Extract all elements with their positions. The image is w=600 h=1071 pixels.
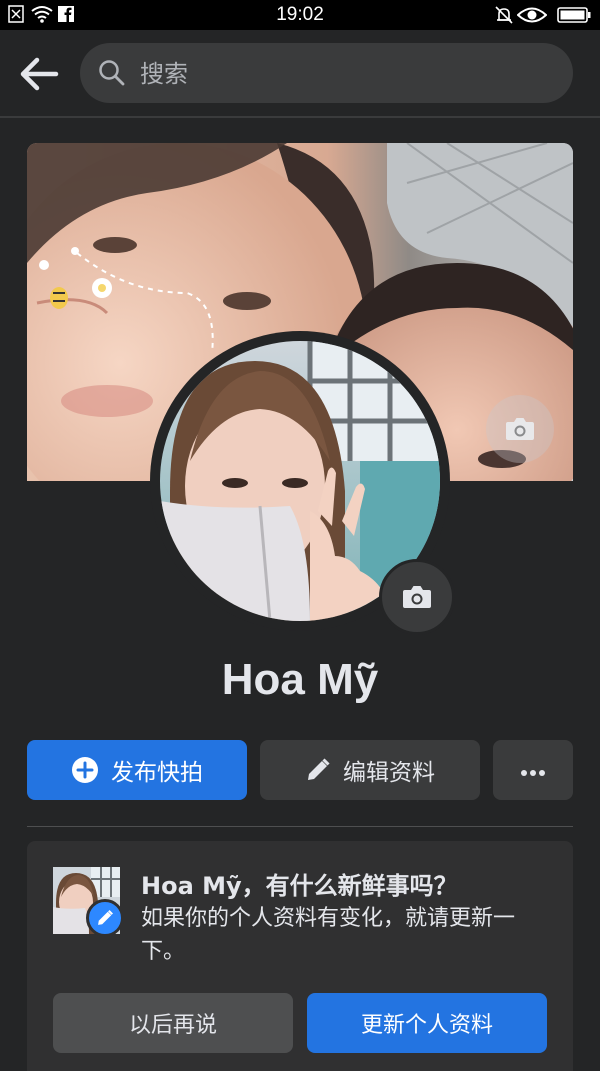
more-options-button[interactable]	[493, 740, 573, 800]
update-profile-button[interactable]: 更新个人资料	[307, 993, 547, 1053]
top-app-bar	[0, 30, 600, 118]
search-input[interactable]	[138, 53, 542, 95]
status-bar: 19:02	[0, 0, 600, 30]
eye-icon	[516, 5, 548, 29]
card-description: 如果你的个人资料有变化，就请更新一下。	[141, 906, 516, 964]
edit-photo-badge[interactable]	[86, 899, 124, 937]
cover-camera-button[interactable]	[486, 395, 554, 463]
card-title: Hoa Mỹ，有什么新鲜事吗？	[141, 872, 458, 900]
battery-icon	[557, 7, 591, 27]
plus-circle-icon	[71, 756, 99, 784]
edit-profile-button[interactable]: 编辑资料	[260, 740, 480, 800]
post-story-button[interactable]: 发布快拍	[27, 740, 247, 800]
section-divider	[27, 826, 573, 827]
back-button[interactable]	[18, 54, 60, 94]
more-horizontal-icon	[520, 757, 546, 783]
arrow-left-icon	[18, 57, 60, 98]
pencil-icon	[305, 757, 331, 783]
bell-off-icon	[494, 5, 514, 29]
later-button[interactable]: 以后再说	[53, 993, 293, 1053]
camera-icon	[402, 584, 432, 614]
edit-profile-label: 编辑资料	[343, 760, 435, 786]
search-bar[interactable]	[80, 43, 573, 103]
avatar-camera-button[interactable]	[379, 559, 455, 635]
pencil-icon	[96, 909, 114, 927]
camera-icon	[505, 416, 535, 446]
post-story-label: 发布快拍	[111, 760, 203, 786]
profile-name: Hoa Mỹ	[221, 655, 379, 704]
search-icon	[98, 59, 126, 91]
